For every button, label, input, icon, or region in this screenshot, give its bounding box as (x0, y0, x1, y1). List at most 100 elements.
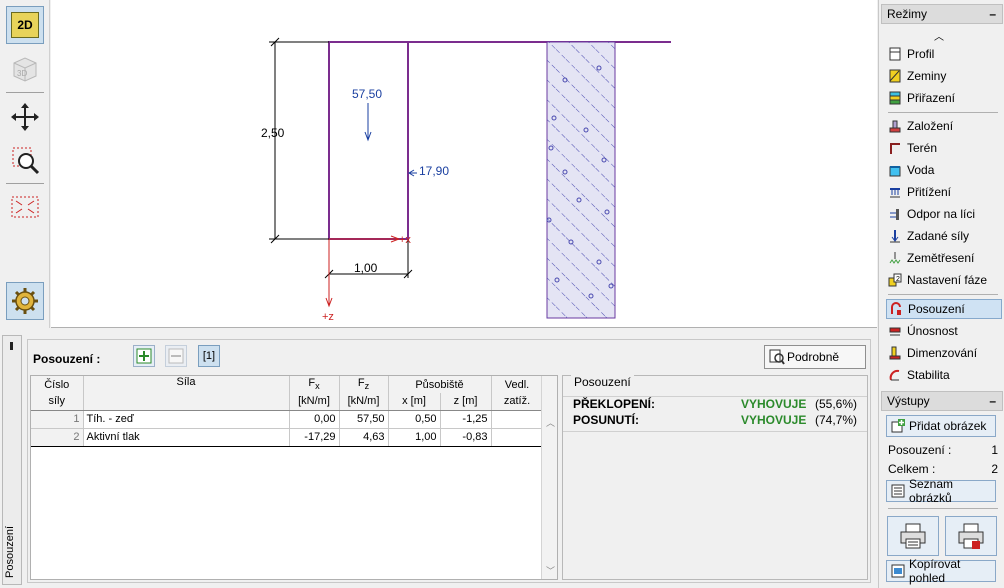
modes-header[interactable]: Režimy – (881, 4, 1003, 24)
zoom-extents-icon (11, 196, 39, 218)
image-list-button[interactable]: Seznam obrázků (886, 477, 996, 505)
image-list-icon (891, 484, 905, 498)
vertical-force-label: 57,50 (352, 87, 382, 101)
right-panel: Režimy – ︿ Profil Zeminy Přiřazení Založ… (878, 0, 1004, 588)
row-secondary (491, 409, 544, 428)
mode-profile[interactable]: Profil (888, 44, 1000, 64)
row-force-name: Aktivní tlak (83, 427, 290, 447)
zoom-button[interactable] (6, 141, 44, 179)
soil-hatch (547, 42, 615, 318)
remove-verification-button[interactable] (165, 345, 187, 367)
height-dimension (269, 37, 329, 244)
status-badge: VYHOVUJE (741, 413, 807, 427)
col-header-secondary: Vedl. (491, 376, 544, 393)
collapse-icon[interactable]: – (989, 392, 996, 410)
applied-forces-icon (888, 229, 902, 243)
add-verification-button[interactable] (133, 345, 155, 367)
front-resistance-icon (888, 207, 902, 221)
row-fz: 4,63 (339, 427, 389, 447)
mode-front-resistance[interactable]: Odpor na líci (888, 204, 1000, 224)
col-header-number: Číslo (31, 376, 84, 393)
drawing-canvas[interactable]: 2,50 1,00 57,50 17,90 +x +z (51, 0, 877, 328)
wall-drawing: 2,50 1,00 57,50 17,90 +x +z (261, 37, 671, 323)
row-z: -0,83 (440, 427, 492, 447)
mode-stability[interactable]: Stabilita (888, 365, 1000, 385)
total-count-row: Celkem : 2 (888, 462, 998, 476)
mode-water[interactable]: Voda (888, 160, 1000, 180)
mode-foundation[interactable]: Založení (888, 116, 1000, 136)
forces-table: Číslo Síla Fx Fz Působiště Vedl. síly [k… (30, 375, 558, 580)
terrain-icon (888, 141, 902, 155)
horizontal-force-label: 17,90 (419, 164, 449, 178)
verification-content: Posouzení : [1] Podrobně Číslo Síla Fx F… (27, 339, 871, 583)
svg-text:2: 2 (896, 276, 900, 283)
scroll-down-icon[interactable]: ﹀ (546, 564, 555, 577)
zoom-magnifier-icon (12, 147, 40, 175)
printer-preview-icon (958, 523, 984, 549)
mode-applied-forces[interactable]: Zadané síly (888, 226, 1000, 246)
col-header-secondary-sub: zatíž. (491, 393, 544, 411)
results-box: Posouzení PŘEKLOPENÍ: VYHOVUJE (55,6%) P… (562, 375, 868, 580)
mode-stage-settings[interactable]: 2 Nastavení fáze (888, 270, 1000, 290)
mode-earthquake[interactable]: Zemětřesení (888, 248, 1000, 268)
verification-count-row: Posouzení : 1 (888, 443, 998, 457)
row-secondary (491, 427, 544, 447)
axis-x-label: +x (399, 234, 411, 246)
table-row[interactable]: 1 Tíh. - zeď 0,00 57,50 0,50 -1,25 (31, 409, 544, 428)
earthquake-icon (888, 251, 902, 265)
zoom-fit-button[interactable] (6, 188, 44, 226)
detail-button[interactable]: Podrobně (764, 345, 866, 369)
table-scrollbar[interactable]: ︿ ﹀ (541, 376, 557, 579)
dimensioning-icon (888, 346, 902, 360)
view-2d-icon: 2D (11, 12, 39, 38)
col-header-fz: Fz (339, 376, 389, 393)
width-dimension-label: 1,00 (354, 261, 378, 275)
scroll-up-icon[interactable]: ︿ (546, 416, 555, 429)
verification-page-tab[interactable]: [1] (198, 345, 220, 367)
scroll-up-icon[interactable]: ︿ (934, 28, 944, 43)
table-row[interactable]: 2 Aktivní tlak -17,29 4,63 1,00 -0,83 (31, 427, 544, 447)
row-z: -1,25 (440, 409, 492, 428)
pan-button[interactable] (6, 98, 44, 136)
mode-assign[interactable]: Přiřazení (888, 88, 1000, 108)
results-title: Posouzení (571, 375, 634, 389)
col-header-number-sub: síly (31, 393, 84, 411)
gear-icon (12, 288, 38, 314)
verification-side-tab[interactable]: Posouzení (2, 335, 22, 585)
mode-bearing-capacity[interactable]: Únosnost (888, 321, 1000, 341)
row-force-name: Tíh. - zeď (83, 409, 290, 428)
view-2d-button[interactable]: 2D (6, 6, 44, 44)
pin-icon[interactable] (10, 342, 13, 350)
mode-soils[interactable]: Zeminy (888, 66, 1000, 86)
copy-view-button[interactable]: Kopírovat pohled (886, 557, 996, 585)
copy-view-icon (891, 564, 905, 578)
move-arrows-icon (11, 103, 39, 131)
profile-icon (888, 47, 902, 61)
printer-icon (900, 523, 926, 549)
row-x: 1,00 (388, 427, 441, 447)
col-header-x-unit: x [m] (388, 393, 441, 411)
print-preview-button[interactable] (945, 516, 997, 556)
soils-icon (888, 69, 902, 83)
add-image-button[interactable]: Přidat obrázek (886, 415, 996, 437)
mode-verification[interactable]: Posouzení (886, 299, 1002, 319)
outputs-header[interactable]: Výstupy – (881, 391, 1003, 411)
row-x: 0,50 (388, 409, 441, 428)
col-header-point: Působiště (388, 376, 492, 393)
wall-outline (328, 41, 409, 240)
mode-terrain[interactable]: Terén (888, 138, 1000, 158)
mode-dimensioning[interactable]: Dimenzování (888, 343, 1000, 363)
mode-surcharge[interactable]: Přitížení (888, 182, 1000, 202)
foundation-icon (888, 119, 902, 133)
view-toolbar: 2D 3D (0, 0, 50, 328)
height-dimension-label: 2,50 (261, 126, 285, 140)
settings-button[interactable] (6, 282, 44, 320)
view-3d-button[interactable]: 3D (6, 50, 44, 88)
print-button[interactable] (887, 516, 939, 556)
col-header-fx-unit: [kN/m] (289, 393, 340, 411)
minus-icon (168, 348, 184, 364)
verification-icon (889, 302, 903, 316)
assign-icon (888, 91, 902, 105)
collapse-icon[interactable]: – (989, 5, 996, 23)
axis-z-label: +z (322, 311, 334, 323)
